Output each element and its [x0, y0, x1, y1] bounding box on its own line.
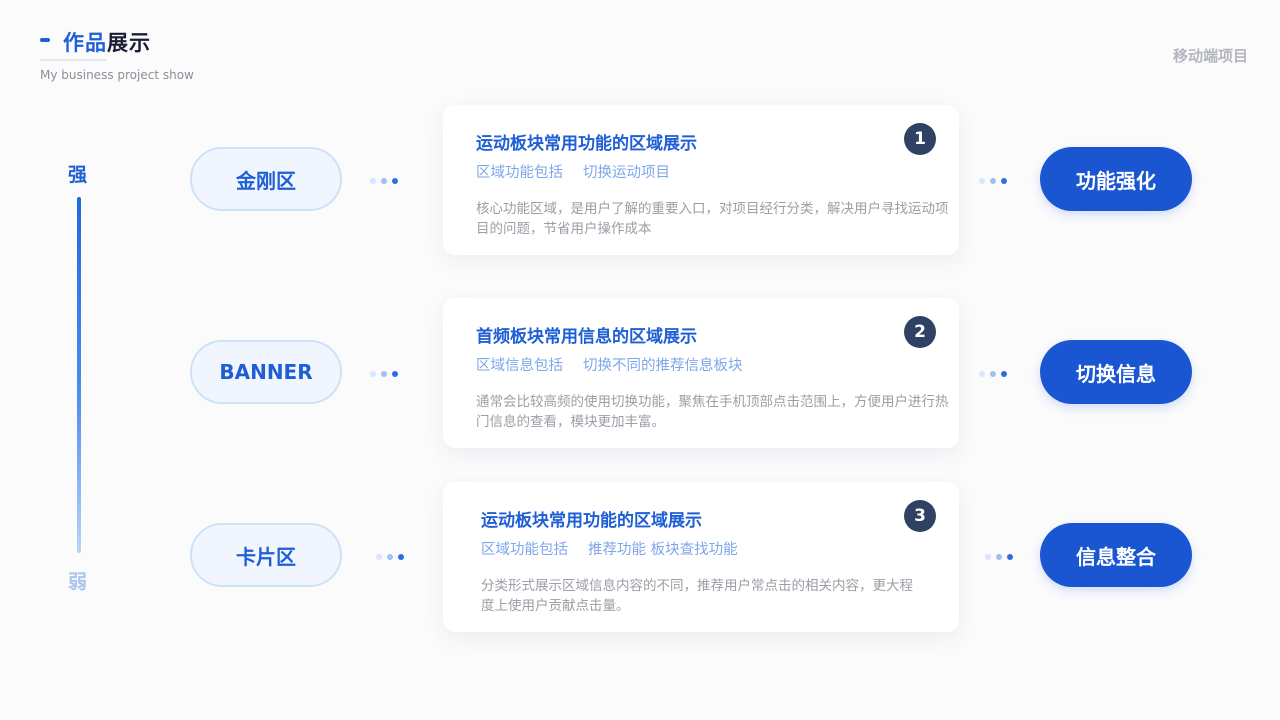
right-pill-info-integration: 信息整合	[1040, 523, 1192, 587]
card-number-badge: 3	[904, 500, 936, 532]
connector-dots-left-2	[370, 370, 404, 378]
header-underline	[40, 59, 107, 61]
section-label: 移动端项目	[1172, 47, 1248, 65]
card-number-badge: 1	[904, 123, 936, 155]
page-subtitle: My business project show	[40, 68, 194, 82]
scale-label-weak: 弱	[68, 571, 88, 593]
left-pill-banner: BANNER	[190, 340, 342, 404]
connector-dots-left-3	[376, 553, 410, 561]
card-tags: 区域功能包括 切换运动项目	[476, 161, 690, 182]
right-pill-function-enhance: 功能强化	[1040, 147, 1192, 211]
header-accent-dash	[40, 38, 50, 42]
card-tag: 切换不同的推荐信息板块	[583, 358, 743, 374]
feature-card-1: 运动板块常用功能的区域展示 区域功能包括 切换运动项目 核心功能区域，是用户了解的…	[443, 105, 959, 255]
left-pill-card-area: 卡片区	[190, 523, 342, 587]
page-title-accent: 作品	[63, 31, 107, 55]
card-tags: 区域功能包括 推荐功能 板块查找功能	[481, 538, 758, 559]
left-pill-jingang: 金刚区	[190, 147, 342, 211]
connector-dots-right-2	[979, 370, 1013, 378]
card-tag: 推荐功能 板块查找功能	[588, 542, 738, 558]
card-tag: 区域功能包括	[481, 542, 568, 558]
scale-gradient-bar	[77, 197, 81, 553]
card-title: 运动板块常用功能的区域展示	[481, 511, 702, 531]
connector-dots-right-3	[985, 553, 1019, 561]
card-tag: 区域信息包括	[476, 358, 563, 374]
connector-dots-right-1	[979, 177, 1013, 185]
connector-dots-left-1	[370, 177, 404, 185]
right-pill-switch-info: 切换信息	[1040, 340, 1192, 404]
feature-card-2: 首频板块常用信息的区域展示 区域信息包括 切换不同的推荐信息板块 通常会比较高频的…	[443, 298, 959, 448]
scale-label-strong: 强	[68, 164, 88, 186]
page-title: 作品展示	[63, 27, 151, 57]
card-tag: 切换运动项目	[583, 165, 670, 181]
card-description: 通常会比较高频的使用切换功能，聚焦在手机顶部点击范围上，方便用户进行热门信息的查…	[476, 394, 949, 430]
card-tags: 区域信息包括 切换不同的推荐信息板块	[476, 354, 763, 375]
feature-card-3: 运动板块常用功能的区域展示 区域功能包括 推荐功能 板块查找功能 分类形式展示区域…	[443, 482, 959, 632]
card-description: 分类形式展示区域信息内容的不同，推荐用户常点击的相关内容，更大程度上使用户贡献点…	[481, 578, 913, 614]
card-number-badge: 2	[904, 316, 936, 348]
card-tag: 区域功能包括	[476, 165, 563, 181]
card-description: 核心功能区域，是用户了解的重要入口，对项目经行分类，解决用户寻找运动项目的问题，…	[476, 201, 949, 237]
card-title: 运动板块常用功能的区域展示	[476, 134, 697, 154]
page-title-rest: 展示	[107, 31, 151, 55]
card-title: 首频板块常用信息的区域展示	[476, 327, 697, 347]
